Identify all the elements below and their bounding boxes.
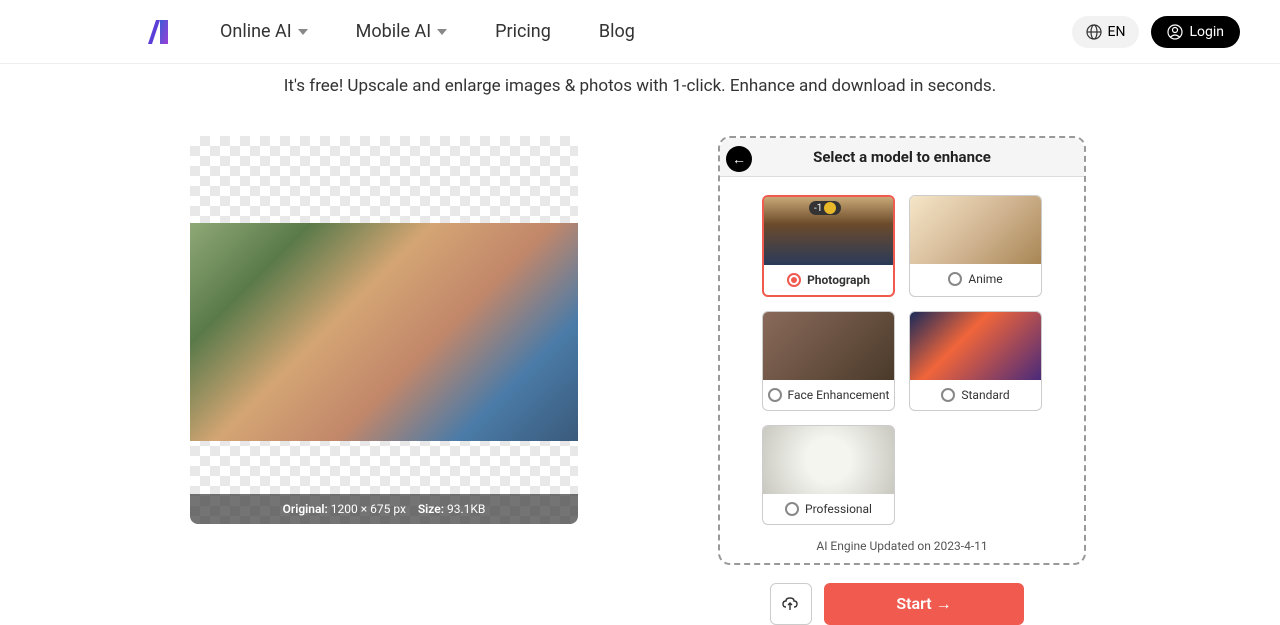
panel-wrap: ← Select a model to enhance -1 Photog: [718, 136, 1086, 625]
nav-label: Blog: [599, 21, 635, 42]
coin-icon: [824, 202, 836, 214]
login-button[interactable]: Login: [1151, 16, 1240, 48]
model-grid: -1 Photograph Anime: [720, 177, 1084, 533]
radio-icon: [941, 388, 955, 402]
main: Original: 1200 × 675 px Size: 93.1KB ← S…: [0, 96, 1280, 625]
preview-box: Original: 1200 × 675 px Size: 93.1KB: [190, 136, 578, 524]
start-label: Start →: [896, 594, 951, 614]
nav-pricing[interactable]: Pricing: [495, 21, 551, 42]
model-label-row: Photograph: [764, 265, 893, 295]
original-label: Original:: [283, 502, 328, 516]
nav-label: Pricing: [495, 21, 551, 42]
model-label: Photograph: [807, 273, 870, 287]
panel-header: ← Select a model to enhance: [720, 138, 1084, 177]
header: Online AI Mobile AI Pricing Blog EN Logi…: [0, 0, 1280, 64]
globe-icon: [1086, 24, 1102, 40]
dimensions: 1200 × 675 px: [331, 502, 406, 516]
start-button[interactable]: Start →: [824, 583, 1024, 625]
model-label: Standard: [961, 388, 1009, 402]
nav-mobile-ai[interactable]: Mobile AI: [356, 21, 448, 42]
radio-icon: [787, 273, 801, 287]
model-label-row: Anime: [910, 264, 1041, 294]
arrow-left-icon: ←: [732, 151, 746, 168]
model-label-row: Professional: [763, 494, 894, 524]
radio-icon: [948, 272, 962, 286]
chevron-down-icon: [437, 29, 447, 35]
model-label-row: Standard: [910, 380, 1041, 410]
model-card-professional[interactable]: Professional: [762, 425, 895, 525]
model-card-photograph[interactable]: -1 Photograph: [762, 195, 895, 297]
model-thumb: [763, 426, 894, 494]
user-icon: [1167, 24, 1183, 40]
tagline: It's free! Upscale and enlarge images & …: [0, 76, 1280, 96]
header-right: EN Login: [1072, 16, 1240, 48]
cost-badge: -1: [809, 201, 841, 215]
radio-icon: [785, 502, 799, 516]
login-label: Login: [1189, 24, 1224, 40]
upload-button[interactable]: [770, 583, 812, 625]
nav: Online AI Mobile AI Pricing Blog: [220, 21, 635, 42]
model-label-row: Face Enhancement: [763, 380, 894, 410]
model-panel: ← Select a model to enhance -1 Photog: [718, 136, 1086, 565]
logo: [140, 16, 180, 48]
actions: Start →: [718, 583, 1086, 625]
radio-icon: [768, 388, 782, 402]
model-card-face[interactable]: Face Enhancement: [762, 311, 895, 411]
nav-online-ai[interactable]: Online AI: [220, 21, 308, 42]
preview-image: [190, 223, 578, 441]
badge-text: -1: [814, 203, 822, 214]
model-label: Anime: [968, 272, 1002, 286]
model-thumb: [910, 312, 1041, 380]
engine-note: AI Engine Updated on 2023-4-11: [720, 539, 1084, 553]
model-card-standard[interactable]: Standard: [909, 311, 1042, 411]
size-value: 93.1KB: [447, 502, 485, 516]
size-label: Size:: [418, 502, 444, 516]
cloud-upload-icon: [781, 595, 801, 613]
model-card-anime[interactable]: Anime: [909, 195, 1042, 297]
chevron-down-icon: [298, 29, 308, 35]
preview-info-bar: Original: 1200 × 675 px Size: 93.1KB: [190, 494, 578, 524]
model-thumb: [910, 196, 1041, 264]
model-thumb: [763, 312, 894, 380]
lang-label: EN: [1108, 24, 1126, 40]
model-label: Face Enhancement: [788, 388, 890, 402]
model-thumb: -1: [764, 197, 893, 265]
model-label: Professional: [805, 502, 872, 516]
nav-label: Mobile AI: [356, 21, 432, 42]
back-button[interactable]: ←: [726, 146, 752, 172]
preview-area: Original: 1200 × 675 px Size: 93.1KB: [190, 136, 578, 625]
nav-label: Online AI: [220, 21, 292, 42]
language-button[interactable]: EN: [1072, 16, 1140, 48]
panel-title: Select a model to enhance: [732, 148, 1072, 166]
nav-blog[interactable]: Blog: [599, 21, 635, 42]
